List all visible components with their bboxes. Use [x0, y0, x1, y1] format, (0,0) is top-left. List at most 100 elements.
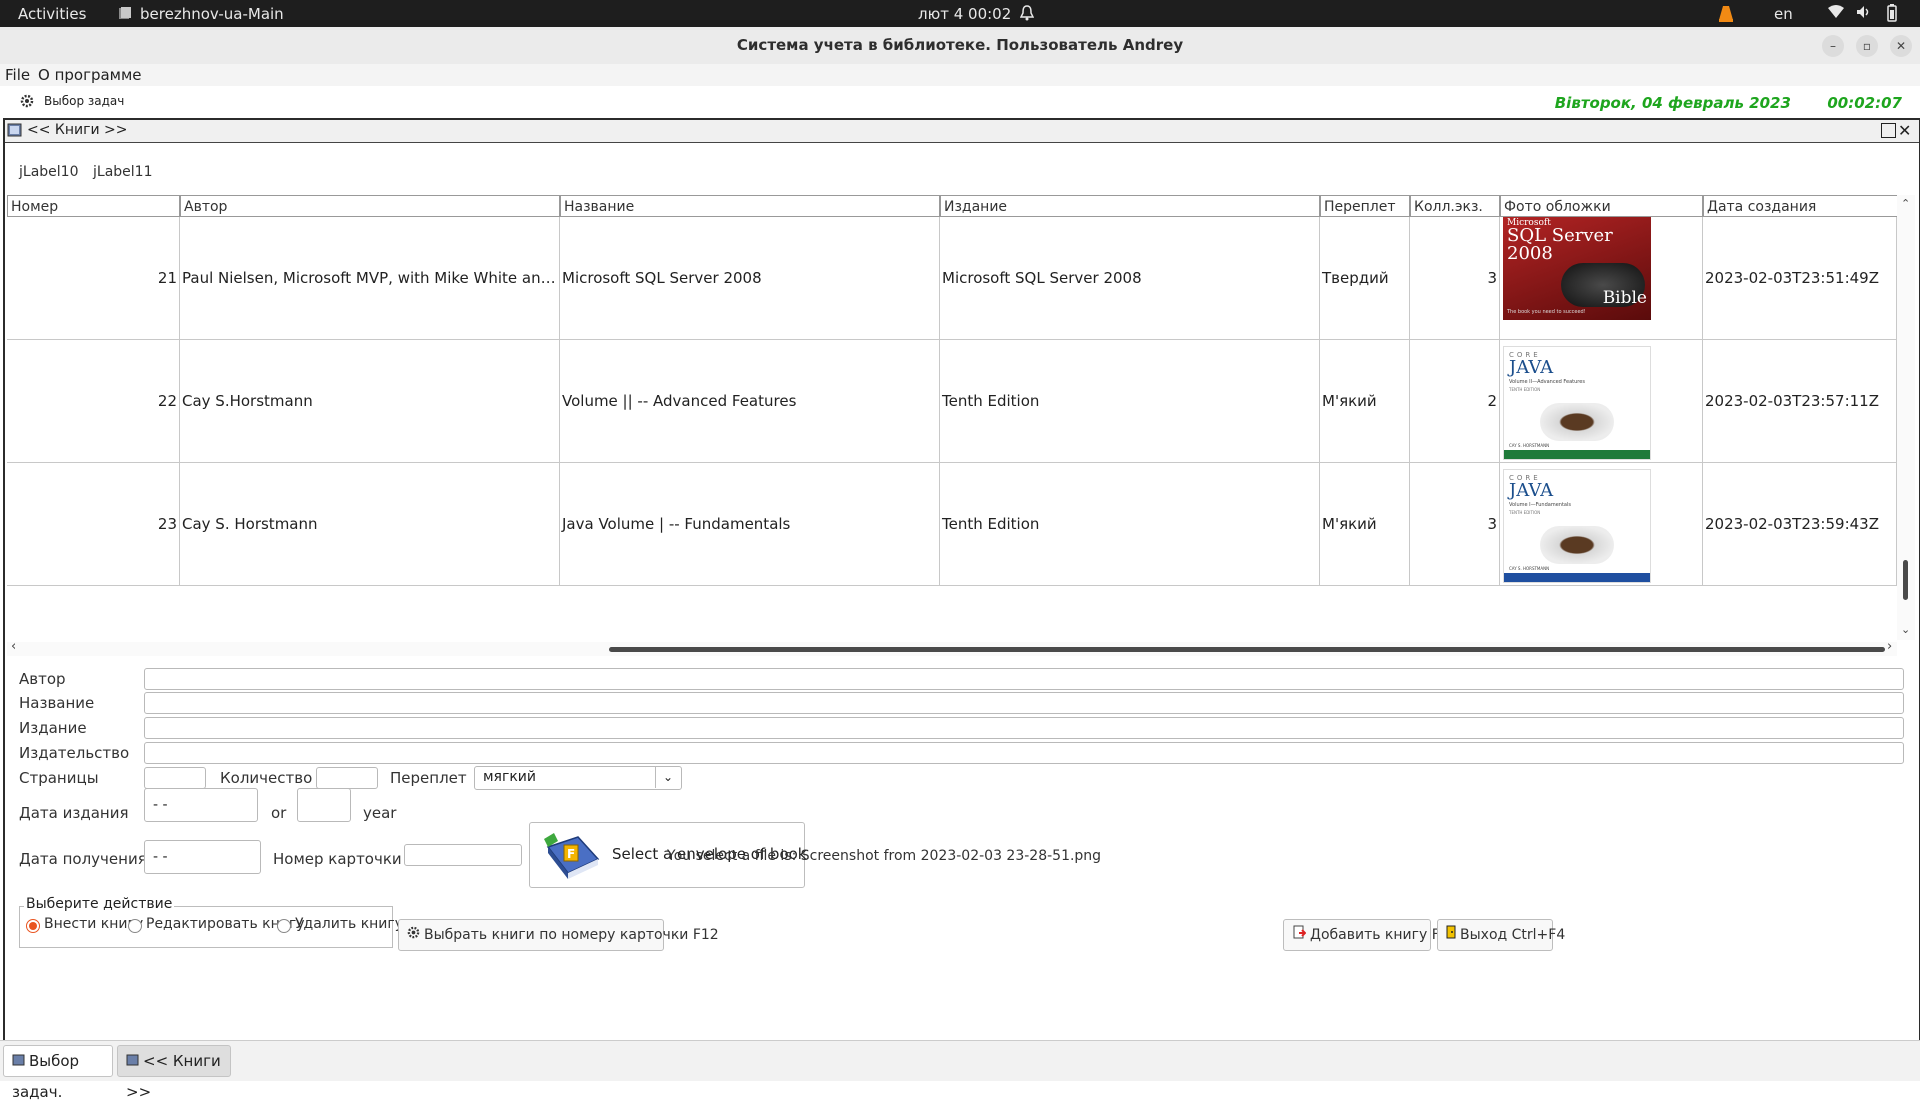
- menu-bar: File О программе: [0, 64, 1920, 86]
- table-vertical-scrollbar[interactable]: ⌃ ⌄: [1897, 195, 1915, 640]
- cover-edition: TENTH EDITION: [1509, 387, 1541, 392]
- radio-delete-label[interactable]: Удалить книгу: [295, 916, 403, 932]
- battery-icon[interactable]: [1886, 4, 1898, 26]
- radio-add-book[interactable]: [26, 919, 40, 933]
- col-edition[interactable]: Издание: [940, 195, 1320, 217]
- books-table-body[interactable]: 21 Paul Nielsen, Microsoft MVP, with Mik…: [7, 217, 1897, 640]
- year-label: year: [363, 804, 397, 822]
- col-binding[interactable]: Переплет: [1320, 195, 1410, 217]
- author-input[interactable]: [144, 668, 1904, 690]
- task-books[interactable]: << Книги >>: [117, 1045, 231, 1101]
- year-input[interactable]: [297, 788, 351, 822]
- cell-count: 2: [1410, 340, 1500, 462]
- chevron-down-icon[interactable]: ⌄: [655, 766, 680, 788]
- radio-delete-book[interactable]: [277, 919, 291, 933]
- add-document-icon: [1292, 920, 1307, 950]
- sql-server-cover-image: Microsoft SQL Server 2008 Bible The book…: [1503, 217, 1651, 320]
- current-datetime: Вівторок, 04 февраль 2023 00:02:07: [1555, 94, 1902, 112]
- books-internal-frame: << Книги >> ✕ jLabel10 jLabel11 Номер Ав…: [3, 118, 1920, 1042]
- scroll-left-icon[interactable]: ‹: [11, 639, 16, 654]
- title-label: Название: [19, 694, 95, 712]
- tasks-toolbar-button[interactable]: Выбор задач: [18, 91, 168, 113]
- book-icon: [126, 1047, 140, 1077]
- vlc-icon[interactable]: [1718, 4, 1734, 26]
- publisher-input[interactable]: [144, 742, 1904, 764]
- table-row[interactable]: 23 Cay S. Horstmann Java Volume | -- Fun…: [7, 463, 1897, 586]
- keyboard-language[interactable]: en: [1774, 5, 1793, 23]
- edition-input[interactable]: [144, 717, 1904, 739]
- pages-input[interactable]: [144, 767, 206, 789]
- bell-icon[interactable]: [1019, 5, 1035, 25]
- cover-title: JAVA: [1509, 480, 1554, 501]
- add-book-label: Добавить книгу F9: [1310, 927, 1449, 943]
- menu-about[interactable]: О программе: [38, 66, 142, 84]
- col-number[interactable]: Номер: [7, 195, 180, 217]
- close-button[interactable]: ✕: [1890, 35, 1912, 57]
- col-title[interactable]: Название: [560, 195, 940, 217]
- minimize-button[interactable]: –: [1822, 35, 1844, 57]
- cell-author: Cay S. Horstmann: [180, 463, 560, 585]
- title-input[interactable]: [144, 692, 1904, 714]
- col-cover[interactable]: Фото обложки: [1500, 195, 1703, 217]
- scroll-right-icon[interactable]: ›: [1887, 639, 1892, 654]
- frame-close-button[interactable]: ✕: [1898, 121, 1911, 140]
- window-title-bar: Система учета в библиотеке. Пользователь…: [0, 27, 1920, 65]
- cell-created: 2023-02-03T23:51:49Z: [1703, 217, 1897, 339]
- col-created[interactable]: Дата создания: [1703, 195, 1902, 217]
- clock[interactable]: лют 4 00:02: [918, 5, 1011, 23]
- cover-blue-band: [1504, 573, 1650, 582]
- radio-edit-book[interactable]: [128, 919, 142, 933]
- activities-button[interactable]: Activities: [18, 5, 86, 23]
- exit-label: Выход Ctrl+F4: [1460, 927, 1566, 943]
- window-title: Система учета в библиотеке. Пользователь…: [736, 36, 1184, 54]
- menu-file[interactable]: File: [5, 66, 30, 84]
- frame-maximize-button[interactable]: [1881, 123, 1896, 138]
- card-number-input[interactable]: [404, 844, 522, 866]
- cell-binding: М'який: [1320, 463, 1410, 585]
- publisher-label: Издательство: [19, 744, 130, 762]
- books-table-header: Номер Автор Название Издание Переплет Ко…: [7, 195, 1902, 217]
- table-row[interactable]: 22 Cay S.Horstmann Volume || -- Advanced…: [7, 340, 1897, 463]
- quantity-input[interactable]: [316, 767, 378, 789]
- table-row[interactable]: 21 Paul Nielsen, Microsoft MVP, with Mik…: [7, 217, 1897, 340]
- table-horizontal-scrollbar[interactable]: ‹ ›: [7, 639, 1897, 656]
- cell-number: 22: [7, 340, 180, 462]
- exit-button[interactable]: Выход Ctrl+F4: [1437, 919, 1565, 951]
- binding-select[interactable]: мягкий ⌄: [474, 766, 682, 790]
- volume-icon[interactable]: [1856, 5, 1872, 23]
- cell-title: Microsoft SQL Server 2008: [560, 217, 940, 339]
- vertical-scroll-thumb[interactable]: [1903, 560, 1908, 600]
- cell-number: 21: [7, 217, 180, 339]
- cell-binding: Твердий: [1320, 217, 1410, 339]
- maximize-button[interactable]: ▫: [1856, 35, 1878, 57]
- cover-edition: TENTH EDITION: [1509, 510, 1541, 515]
- wifi-icon[interactable]: [1828, 5, 1844, 23]
- scroll-up-icon[interactable]: ⌃: [1901, 197, 1910, 210]
- task-tasks[interactable]: Выбор задач.: [3, 1045, 113, 1101]
- cell-author: Cay S.Horstmann: [180, 340, 560, 462]
- cell-author: Paul Nielsen, Microsoft MVP, with Mike W…: [180, 217, 560, 339]
- cover-author: CAY S. HORSTMANN: [1509, 566, 1550, 571]
- cell-cover: CORE JAVA Volume II—Advanced Features TE…: [1500, 340, 1703, 462]
- app-menu[interactable]: berezhnov-ua-Main: [140, 5, 284, 23]
- cell-edition: Tenth Edition: [940, 463, 1320, 585]
- edition-label: Издание: [19, 719, 87, 737]
- toolbar: Выбор задач Вівторок, 04 февраль 2023 00…: [0, 86, 1920, 118]
- recvdate-input[interactable]: - -: [144, 840, 261, 874]
- binding-selected-value: мягкий: [483, 769, 536, 785]
- col-count[interactable]: Колл.экз.: [1410, 195, 1500, 217]
- cell-binding: М'який: [1320, 340, 1410, 462]
- select-by-card-button[interactable]: Выбрать книги по номеру карточки F12: [398, 919, 719, 951]
- cover-author: CAY S. HORSTMANN: [1509, 443, 1550, 448]
- scroll-down-icon[interactable]: ⌄: [1901, 623, 1910, 636]
- horizontal-scroll-thumb[interactable]: [609, 647, 1885, 652]
- quantity-label: Количество: [220, 769, 313, 787]
- add-book-button[interactable]: Добавить книгу F9: [1283, 919, 1449, 951]
- books-frame-title-bar[interactable]: << Книги >> ✕: [5, 120, 1919, 143]
- svg-text:F: F: [567, 847, 575, 861]
- col-author[interactable]: Автор: [180, 195, 560, 217]
- card-number-label: Номер карточки: [273, 850, 402, 868]
- pubdate-label: Дата издания: [19, 804, 129, 822]
- pubdate-input[interactable]: - -: [144, 788, 258, 822]
- cover-tagline: The book you need to succeed!: [1507, 309, 1586, 315]
